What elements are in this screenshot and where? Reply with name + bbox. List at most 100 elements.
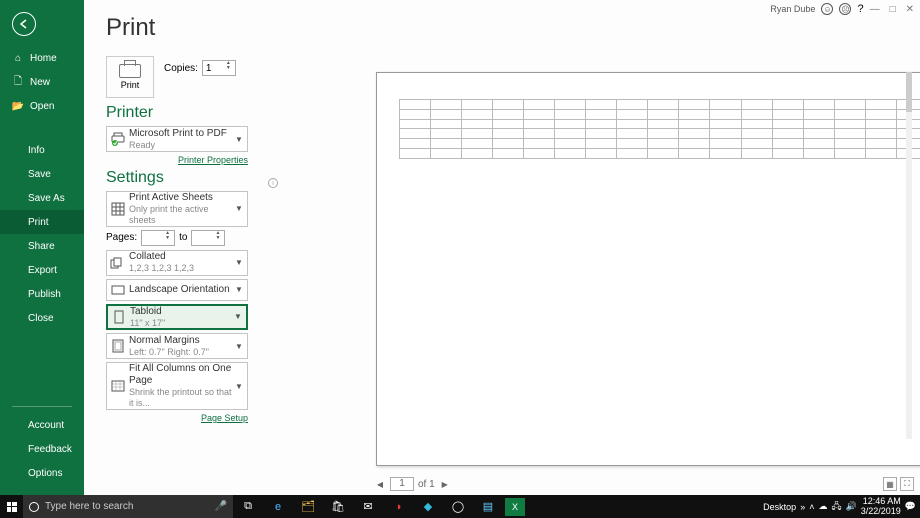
sidebar-item-save[interactable]: Save (0, 162, 84, 186)
dd-title: Landscape Orientation (129, 284, 235, 296)
dd-title: Fit All Columns on One Page (129, 363, 235, 387)
close-window-button[interactable]: ✕ (906, 4, 914, 15)
sidebar-item-open[interactable]: 📂Open (0, 94, 84, 118)
page-setup-link[interactable]: Page Setup (106, 413, 248, 423)
smile-icon[interactable]: ☺ (821, 3, 833, 15)
minimize-button[interactable]: — (870, 4, 880, 15)
sidebar-label: Publish (28, 289, 61, 300)
help-button[interactable]: ? (857, 3, 863, 15)
zoom-to-page-button[interactable]: ⛶ (900, 477, 914, 491)
sidebar-label: Share (28, 241, 55, 252)
preview-page (376, 72, 920, 466)
store-icon[interactable]: 🛍 (323, 495, 353, 518)
margins-dropdown[interactable]: Normal MarginsLeft: 0.7" Right: 0.7" ▼ (106, 333, 248, 359)
scaling-dropdown[interactable]: Fit All Columns on One PageShrink the pr… (106, 362, 248, 410)
chevron-down-icon: ▼ (235, 285, 247, 294)
app-icon[interactable]: ◆ (413, 495, 443, 518)
notes-icon[interactable]: ▤ (473, 495, 503, 518)
info-icon[interactable]: i (268, 178, 278, 188)
mic-icon[interactable]: 🎤 (215, 501, 227, 512)
mail-icon[interactable]: ✉ (353, 495, 383, 518)
sidebar-item-saveas[interactable]: Save As (0, 186, 84, 210)
volume-icon[interactable]: 🔊 (846, 501, 857, 512)
sidebar-label: Home (30, 53, 57, 64)
excel-icon[interactable]: X (505, 498, 525, 516)
print-preview (354, 56, 912, 465)
next-page-button[interactable]: ▶ (439, 478, 451, 490)
print-button[interactable]: Print (106, 56, 154, 98)
sidebar-item-options[interactable]: Options (0, 461, 84, 485)
edge-icon[interactable]: e (263, 495, 293, 518)
onedrive-icon[interactable]: ☁ (818, 501, 827, 512)
chevron-down-icon: ▼ (235, 382, 247, 391)
frown-icon[interactable]: ☹ (839, 3, 851, 15)
current-page-input[interactable]: 1 (390, 477, 414, 491)
explorer-icon[interactable]: 🗂 (293, 495, 323, 518)
sidebar-item-info[interactable]: Info (0, 138, 84, 162)
sidebar-item-export[interactable]: Export (0, 258, 84, 282)
dd-sub: Only print the active sheets (129, 204, 235, 226)
network-icon[interactable]: 🖧 (831, 499, 841, 515)
prev-page-button[interactable]: ◀ (374, 478, 386, 490)
folder-icon: 📂 (12, 100, 24, 112)
sidebar-item-feedback[interactable]: Feedback (0, 437, 84, 461)
print-what-dropdown[interactable]: Print Active SheetsOnly print the active… (106, 191, 248, 227)
paper-size-dropdown[interactable]: Tabloid11" x 17" ▼ (106, 304, 248, 331)
chevron-down-icon: ▼ (234, 312, 246, 321)
sidebar-item-publish[interactable]: Publish (0, 282, 84, 306)
notifications-icon[interactable]: 💬 (905, 501, 916, 512)
orientation-dropdown[interactable]: Landscape Orientation ▼ (106, 279, 248, 301)
scale-icon (107, 380, 129, 392)
sidebar-item-print[interactable]: Print (0, 210, 84, 234)
dd-sub: Left: 0.7" Right: 0.7" (129, 347, 235, 358)
sidebar-label: Account (28, 420, 64, 431)
sidebar-label: Print (28, 217, 49, 228)
show-margins-button[interactable]: ▦ (883, 477, 897, 491)
vivaldi-icon[interactable]: ◑ (383, 495, 413, 518)
sidebar-item-account[interactable]: Account (0, 413, 84, 437)
dd-sub: Shrink the printout so that it is... (129, 387, 235, 409)
pages-to-input[interactable]: ▲▼ (191, 230, 225, 246)
sidebar-item-home[interactable]: ⌂ Home (0, 46, 84, 70)
printer-dropdown[interactable]: Microsoft Print to PDFReady ▼ (106, 126, 248, 152)
pages-from-input[interactable]: ▲▼ (141, 230, 175, 246)
pages-to-label: to (179, 232, 187, 243)
taskbar-search[interactable]: Type here to search 🎤 (23, 495, 233, 518)
preview-scrollbar[interactable] (906, 72, 912, 439)
maximize-button[interactable]: □ (890, 4, 896, 15)
sidebar-label: Info (28, 145, 45, 156)
task-view-button[interactable]: ⧉ (233, 495, 263, 518)
sidebar-item-share[interactable]: Share (0, 234, 84, 258)
sidebar-label: Options (28, 468, 62, 479)
back-button[interactable] (12, 12, 36, 36)
chevron-down-icon: ▼ (235, 342, 247, 351)
printer-name: Microsoft Print to PDF (129, 128, 235, 140)
user-name[interactable]: Ryan Dube (770, 4, 815, 14)
chevron-down-icon: ▼ (235, 258, 247, 267)
printer-properties-link[interactable]: Printer Properties (106, 155, 248, 165)
sidebar-item-new[interactable]: 🗋New (0, 70, 84, 94)
clock[interactable]: 12:46 AM 3/22/2019 (861, 497, 901, 517)
chrome-icon[interactable]: ◯ (443, 495, 473, 518)
landscape-icon (107, 285, 129, 295)
main-panel: Print Copies: 1▲▼ Print i Printer Micros… (84, 0, 920, 495)
sidebar-item-close[interactable]: Close (0, 306, 84, 330)
search-placeholder: Type here to search (45, 501, 133, 512)
collate-icon (107, 257, 129, 269)
sidebar-label: Save As (28, 193, 65, 204)
start-button[interactable] (0, 495, 23, 518)
date-label: 3/22/2019 (861, 507, 901, 517)
taskbar: Type here to search 🎤 ⧉ e 🗂 🛍 ✉ ◑ ◆ ◯ ▤ … (0, 495, 920, 518)
home-icon: ⌂ (12, 52, 24, 64)
tray-up-icon[interactable]: ˄ (809, 502, 814, 512)
page-navigator: ◀ 1 of 1 ▶ (374, 477, 451, 491)
sidebar-label: Feedback (28, 444, 72, 455)
margins-icon (107, 339, 129, 353)
cortana-icon (29, 502, 39, 512)
desktop-toolbar[interactable]: Desktop (763, 502, 796, 512)
dd-title: Normal Margins (129, 335, 235, 347)
printer-status: Ready (129, 140, 235, 151)
printer-ready-icon (107, 132, 129, 146)
tray-chevron-icon[interactable]: » (800, 502, 805, 512)
collate-dropdown[interactable]: Collated1,2,3 1,2,3 1,2,3 ▼ (106, 250, 248, 276)
